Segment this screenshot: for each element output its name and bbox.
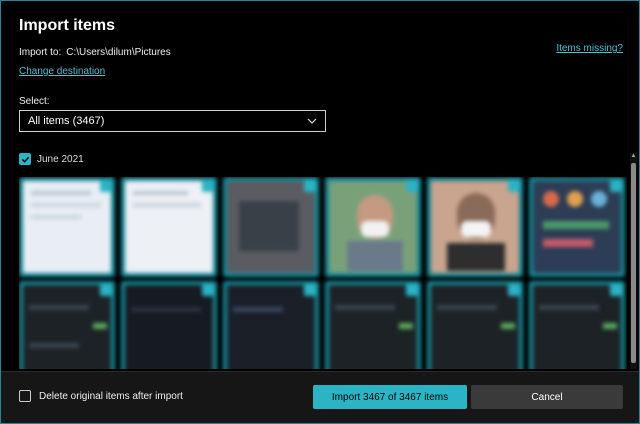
thumbnail-item[interactable]: [19, 281, 115, 369]
thumbnail-item[interactable]: [325, 281, 421, 369]
import-to-label: Import to:: [19, 47, 62, 58]
delete-option[interactable]: Delete original items after import: [19, 390, 183, 402]
thumbnail-item[interactable]: [223, 281, 319, 369]
scroll-up-icon[interactable]: ▲: [630, 153, 637, 159]
thumbnail-item[interactable]: [121, 281, 217, 369]
thumbnail-item[interactable]: [427, 177, 523, 277]
selected-check-icon: [304, 284, 316, 296]
delete-checkbox[interactable]: [19, 390, 31, 402]
selected-check-icon: [406, 284, 418, 296]
group-checkbox[interactable]: [19, 153, 31, 165]
vertical-scrollbar[interactable]: ▲: [630, 153, 637, 369]
checkmark-icon: [21, 156, 29, 163]
chevron-down-icon: [307, 118, 317, 124]
import-dialog: Import items Import to: C:\Users\dilum\Pi…: [0, 0, 640, 424]
selected-check-icon: [610, 284, 622, 296]
selected-check-icon: [100, 284, 112, 296]
group-header: June 2021: [19, 153, 84, 165]
thumbnail-grid: [19, 177, 627, 369]
dialog-footer: Delete original items after import Impor…: [1, 371, 639, 423]
delete-label: Delete original items after import: [39, 390, 183, 402]
thumbnail-item[interactable]: [529, 281, 625, 369]
dialog-title: Import items: [19, 17, 116, 34]
selected-check-icon: [202, 180, 214, 192]
selected-check-icon: [100, 180, 112, 192]
group-label: June 2021: [37, 153, 84, 165]
selected-check-icon: [202, 284, 214, 296]
cancel-button[interactable]: Cancel: [471, 385, 623, 409]
select-dropdown[interactable]: All items (3467): [19, 110, 326, 132]
thumbnail-item[interactable]: [121, 177, 217, 277]
selected-check-icon: [610, 180, 622, 192]
selected-check-icon: [508, 284, 520, 296]
select-label: Select:: [19, 96, 50, 107]
thumbnail-item[interactable]: [19, 177, 115, 277]
import-destination: Import to: C:\Users\dilum\Pictures: [19, 47, 171, 58]
thumbnail-item[interactable]: [223, 177, 319, 277]
import-path: C:\Users\dilum\Pictures: [66, 47, 171, 58]
selected-check-icon: [304, 180, 316, 192]
thumbnail-item[interactable]: [325, 177, 421, 277]
selected-check-icon: [406, 180, 418, 192]
select-value: All items (3467): [28, 115, 105, 127]
selected-check-icon: [508, 180, 520, 192]
thumbnail-item[interactable]: [529, 177, 625, 277]
import-button[interactable]: Import 3467 of 3467 items: [313, 385, 467, 409]
thumbnail-item[interactable]: [427, 281, 523, 369]
change-destination-link[interactable]: Change destination: [19, 66, 105, 77]
items-missing-link[interactable]: Items missing?: [556, 43, 623, 54]
scrollbar-thumb[interactable]: [631, 163, 636, 363]
